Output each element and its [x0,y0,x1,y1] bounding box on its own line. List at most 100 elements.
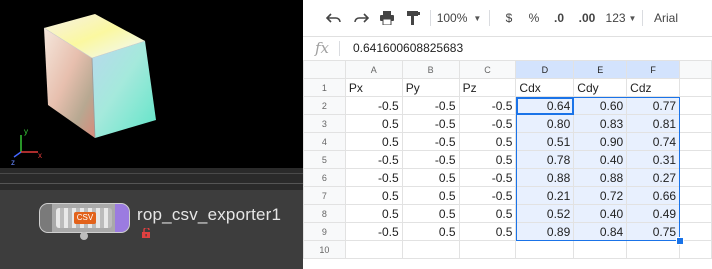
cell-b2[interactable]: -0.5 [401,96,460,115]
formula-input[interactable]: 0.641600608825683 [353,41,463,55]
cell-overflow[interactable] [679,168,712,187]
cell-f4[interactable]: 0.74 [626,132,681,151]
cell-c8[interactable]: 0.5 [458,204,517,223]
row-header[interactable]: 4 [303,132,346,151]
column-header-c[interactable]: C [458,60,517,79]
row-header[interactable]: 9 [303,222,346,241]
cell-e2[interactable]: 0.60 [573,96,628,115]
cell-overflow[interactable] [679,150,712,169]
bypass-flag[interactable] [40,204,52,232]
row-header[interactable]: 6 [303,168,346,187]
zoom-select[interactable]: 100% ▼ [437,9,482,27]
cell-d7[interactable]: 0.21 [515,186,575,205]
cell-f2[interactable]: 0.77 [626,96,681,115]
cell-overflow[interactable] [679,114,712,133]
cell-d2[interactable]: 0.64 [515,96,575,115]
node-name-label[interactable]: rop_csv_exporter1 [137,205,281,225]
row-header[interactable]: 2 [303,96,346,115]
cell-e7[interactable]: 0.72 [573,186,628,205]
cell-e4[interactable]: 0.90 [573,132,628,151]
cell-f9[interactable]: 0.75 [626,222,681,241]
cell-e6[interactable]: 0.88 [573,168,628,187]
cell-a3[interactable]: 0.5 [344,114,403,133]
decrease-decimal-button[interactable]: .0 [549,9,569,27]
cell-e8[interactable]: 0.40 [573,204,628,223]
rop-csv-exporter-node[interactable]: CSV [39,203,130,233]
node-output-connector[interactable] [80,232,88,240]
column-header-b[interactable]: B [401,60,460,79]
cell-b1[interactable]: Py [401,78,460,97]
display-flag[interactable] [115,204,129,232]
cell-c9[interactable]: 0.5 [458,222,517,241]
unlock-icon[interactable] [141,228,152,238]
cell-a6[interactable]: -0.5 [344,168,403,187]
cell-d3[interactable]: 0.80 [515,114,575,133]
currency-format-button[interactable]: $ [502,9,516,27]
cell-c2[interactable]: -0.5 [458,96,517,115]
column-header-a[interactable]: A [344,60,403,79]
cell-overflow[interactable] [679,96,712,115]
3d-viewport[interactable]: y x z [0,0,303,168]
pane-divider[interactable] [0,168,303,190]
cell-overflow[interactable] [679,186,712,205]
cell-f5[interactable]: 0.31 [626,150,681,169]
increase-decimal-button[interactable]: .00 [575,9,599,27]
column-header-overflow[interactable] [679,60,712,79]
more-formats-button[interactable]: 123 ▼ [605,9,637,27]
cell-d10[interactable] [515,240,575,259]
column-header-f[interactable]: F [626,60,681,79]
print-icon[interactable] [378,9,396,27]
cell-c4[interactable]: 0.5 [458,132,517,151]
cell-d4[interactable]: 0.51 [515,132,575,151]
row-header[interactable]: 1 [303,78,346,97]
cell-overflow[interactable] [679,132,712,151]
cell-e3[interactable]: 0.83 [573,114,628,133]
cell-overflow[interactable] [679,78,712,97]
cell-a5[interactable]: -0.5 [344,150,403,169]
row-header[interactable]: 3 [303,114,346,133]
cell-overflow[interactable] [679,204,712,223]
cell-d9[interactable]: 0.89 [515,222,575,241]
row-header[interactable]: 8 [303,204,346,223]
cell-b9[interactable]: 0.5 [401,222,460,241]
cell-d6[interactable]: 0.88 [515,168,575,187]
cell-c7[interactable]: -0.5 [458,186,517,205]
select-all-corner[interactable] [303,60,346,79]
cell-c1[interactable]: Pz [458,78,517,97]
cell-d1[interactable]: Cdx [515,78,575,97]
percent-format-button[interactable]: % [527,9,541,27]
cell-f1[interactable]: Cdz [626,78,681,97]
cell-e1[interactable]: Cdy [573,78,628,97]
cell-b8[interactable]: 0.5 [401,204,460,223]
cell-c6[interactable]: -0.5 [458,168,517,187]
cell-b7[interactable]: 0.5 [401,186,460,205]
cell-b3[interactable]: -0.5 [401,114,460,133]
cell-a9[interactable]: -0.5 [344,222,403,241]
cell-overflow[interactable] [679,222,712,241]
row-header[interactable]: 7 [303,186,346,205]
cell-e10[interactable] [573,240,628,259]
font-select[interactable]: Arial [651,9,681,27]
cell-f8[interactable]: 0.49 [626,204,681,223]
column-header-e[interactable]: E [573,60,628,79]
cell-overflow[interactable] [679,240,712,259]
cell-b6[interactable]: 0.5 [401,168,460,187]
cell-f10[interactable] [626,240,681,259]
cell-d8[interactable]: 0.52 [515,204,575,223]
row-header[interactable]: 10 [303,240,346,259]
cell-a1[interactable]: Px [344,78,403,97]
cell-c5[interactable]: 0.5 [458,150,517,169]
cell-a8[interactable]: 0.5 [344,204,403,223]
cell-f7[interactable]: 0.66 [626,186,681,205]
cell-e5[interactable]: 0.40 [573,150,628,169]
cell-grid[interactable]: A B C D E F 1 Px Py Pz Cdx Cdy Cdz 2 -0.5 -0.5 -0.5 0.64 0… [303,60,712,269]
cell-c10[interactable] [458,240,517,259]
cell-a10[interactable] [344,240,403,259]
row-header[interactable]: 5 [303,150,346,169]
cell-b4[interactable]: -0.5 [401,132,460,151]
cell-a2[interactable]: -0.5 [344,96,403,115]
cell-c3[interactable]: -0.5 [458,114,517,133]
fill-handle[interactable] [675,236,684,245]
column-header-d[interactable]: D [515,60,575,79]
paint-format-icon[interactable] [404,9,422,27]
